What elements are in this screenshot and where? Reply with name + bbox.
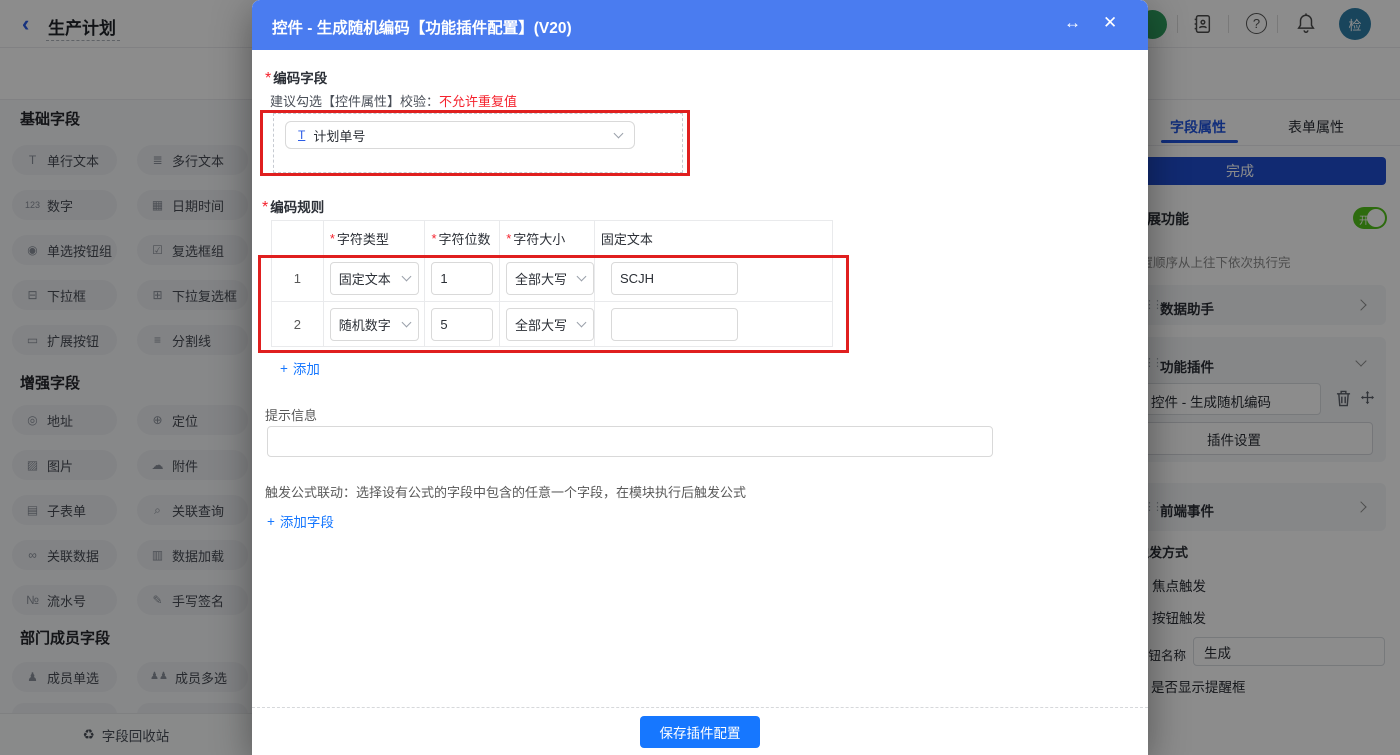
header-char-case: * 字符大小 [500, 221, 595, 256]
required-star: * [262, 199, 269, 216]
label-text: 编码规则 [270, 200, 325, 215]
formula-trigger-note: 触发公式联动：选择设有公式的字段中包含的任意一个字段，在模块执行后触发公式 [265, 485, 747, 500]
coding-field-label: * 编码字段 [265, 67, 327, 88]
expand-icon[interactable]: ↔ [1064, 13, 1081, 33]
required-star: * [329, 230, 335, 246]
header-char-type: * 字符类型 [323, 221, 426, 256]
header-fixed-text: 固定文本 [594, 221, 832, 256]
app-root: ‹ 生产计划 ? 检 ⧉ 表单外链 [0, 0, 1400, 755]
modal-footer-divider [252, 707, 1148, 708]
table-header-row: * 字符类型 * 字符位数 * 字符大小 固定文本 [272, 221, 832, 256]
required-star: * [265, 70, 272, 87]
modal-header: 控件 - 生成随机编码【功能插件配置】(V20) ↔ ✕ [252, 0, 1148, 50]
add-rule-link[interactable]: + 添加 [280, 358, 320, 378]
header-label: 字符大小 [513, 231, 566, 247]
header-label: 固定文本 [600, 231, 653, 247]
add-field-link[interactable]: + 添加字段 [267, 511, 334, 531]
coding-rules-label: * 编码规则 [262, 196, 324, 217]
plus-icon: + [280, 360, 288, 376]
tip-message-input[interactable] [267, 426, 993, 457]
header-index [272, 221, 324, 256]
hint-red-text: 不允许重复值 [439, 94, 518, 109]
close-icon[interactable]: ✕ [1103, 13, 1117, 33]
hint-text: 建议勾选【控件属性】校验： [270, 94, 440, 109]
required-star: * [431, 230, 437, 246]
annotation-box-rule-rows [258, 255, 849, 353]
header-label: 字符类型 [336, 231, 389, 247]
save-plugin-config-button[interactable]: 保存插件配置 [640, 716, 760, 748]
plus-icon: + [267, 513, 275, 529]
header-char-count: * 字符位数 [425, 221, 501, 256]
link-label: 添加 [292, 362, 320, 377]
modal-title: 控件 - 生成随机编码【功能插件配置】(V20) [272, 20, 572, 37]
label-text: 编码字段 [273, 71, 328, 86]
tip-message-label: 提示信息 [265, 408, 318, 423]
coding-field-hint: 建议勾选【控件属性】校验：不允许重复值 [270, 91, 517, 110]
required-star: * [506, 230, 512, 246]
header-label: 字符位数 [438, 231, 491, 247]
link-label: 添加字段 [279, 515, 334, 530]
annotation-box-coding-field [260, 110, 690, 176]
